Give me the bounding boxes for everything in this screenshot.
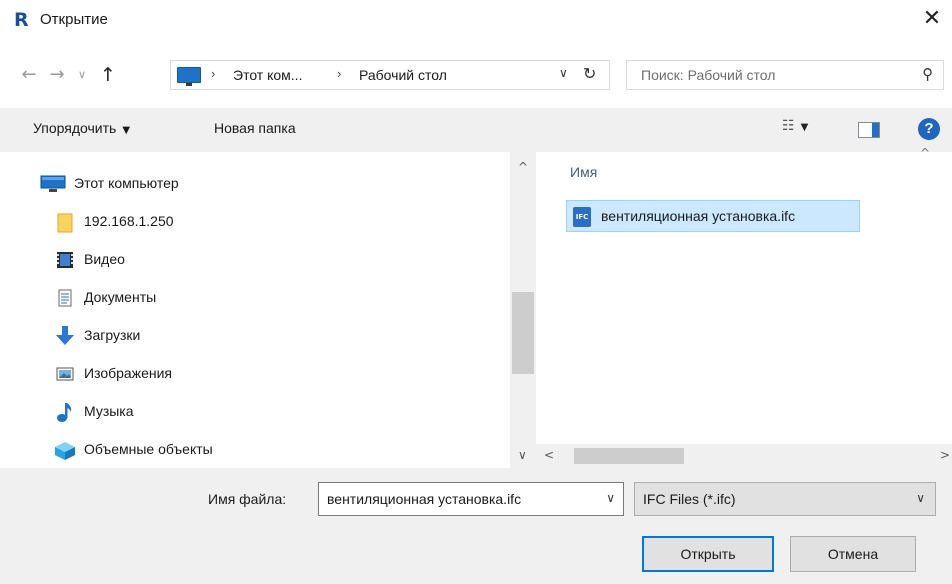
- file-item[interactable]: IFC вентиляционная установка.ifc: [566, 200, 860, 232]
- breadcrumb-desktop[interactable]: Рабочий стол: [359, 67, 447, 83]
- documents-icon: [56, 289, 74, 307]
- open-button[interactable]: Открыть: [642, 536, 774, 572]
- tree-item-label: Видео: [84, 251, 125, 267]
- tree-item-label: Этот компьютер: [74, 175, 179, 191]
- search-placeholder: Поиск: Рабочий стол: [641, 67, 776, 83]
- chevron-down-icon[interactable]: ∨: [606, 491, 615, 505]
- scroll-left-button[interactable]: <: [544, 448, 554, 462]
- view-list-icon: ☷: [782, 118, 795, 134]
- column-header-name[interactable]: Имя: [570, 164, 597, 180]
- command-bar: Упорядочить ▼ Новая папка ☷ ▼ ?: [0, 108, 952, 152]
- tree-item-network-folder[interactable]: 192.168.1.250: [0, 207, 510, 237]
- tree-item-label: 192.168.1.250: [84, 213, 174, 229]
- scroll-up-button[interactable]: ^: [518, 160, 528, 174]
- computer-icon: [177, 67, 201, 86]
- tree-item-3d-objects[interactable]: Объемные объекты: [0, 435, 510, 465]
- scroll-right-button[interactable]: >: [940, 448, 950, 462]
- tree-item-label: Документы: [84, 289, 157, 305]
- help-icon[interactable]: ?: [918, 118, 940, 140]
- caret-down-icon: ▼: [800, 122, 809, 133]
- navigation-pane-scrollbar[interactable]: ^ ∨: [510, 152, 536, 468]
- search-input[interactable]: Поиск: Рабочий стол ⚲: [626, 60, 944, 90]
- navigation-bar: ← → ∨ ↑ › Этот ком... › Рабочий стол ∨ ↻…: [0, 52, 952, 96]
- pictures-icon: [56, 365, 74, 383]
- tree-item-pictures[interactable]: Изображения: [0, 359, 510, 389]
- tree-item-label: Объемные объекты: [84, 441, 213, 457]
- ifc-file-icon: IFC: [573, 207, 591, 227]
- chevron-down-icon: ∨: [916, 491, 925, 505]
- recent-locations-button[interactable]: ∨: [72, 60, 92, 90]
- change-view-button[interactable]: ☷ ▼: [782, 118, 808, 134]
- window-title: Открытие: [40, 11, 108, 28]
- downloads-icon: [54, 325, 76, 347]
- music-icon: [56, 401, 74, 423]
- new-folder-button[interactable]: Новая папка: [214, 120, 296, 136]
- folder-icon: [56, 213, 74, 233]
- breadcrumb-separator[interactable]: ›: [337, 66, 341, 81]
- address-dropdown-button[interactable]: ∨: [559, 66, 568, 80]
- breadcrumb-this-pc[interactable]: Этот ком...: [233, 67, 302, 83]
- tree-item-label: Загрузки: [84, 327, 141, 343]
- scroll-down-button[interactable]: ∨: [518, 448, 527, 462]
- dialog-footer: Имя файла: вентиляционная установка.ifc …: [0, 468, 952, 584]
- tree-item-music[interactable]: Музыка: [0, 397, 510, 427]
- sort-ascending-icon: ^: [920, 146, 931, 160]
- tree-item-label: Изображения: [84, 365, 172, 381]
- cancel-button[interactable]: Отмена: [790, 536, 916, 572]
- filename-value: вентиляционная установка.ifc: [327, 491, 522, 507]
- app-r-icon: R: [14, 9, 29, 31]
- video-icon: [56, 251, 74, 269]
- organize-label: Упорядочить: [33, 120, 117, 136]
- tree-item-videos[interactable]: Видео: [0, 245, 510, 275]
- tree-item-this-pc[interactable]: Этот компьютер: [0, 169, 510, 199]
- file-type-select[interactable]: IFC Files (*.ifc) ∨: [634, 482, 936, 516]
- refresh-icon[interactable]: ↻: [583, 64, 596, 83]
- filename-label: Имя файла:: [208, 491, 287, 507]
- close-button[interactable]: ✕: [912, 0, 952, 40]
- scrollbar-thumb[interactable]: [512, 292, 534, 374]
- filename-input[interactable]: вентиляционная установка.ifc ∨: [318, 482, 624, 516]
- computer-icon: [40, 175, 66, 193]
- file-type-value: IFC Files (*.ifc): [643, 491, 736, 507]
- tree-item-label: Музыка: [84, 403, 134, 419]
- search-icon[interactable]: ⚲: [922, 65, 933, 83]
- organize-button[interactable]: Упорядочить ▼: [33, 120, 130, 136]
- scrollbar-thumb[interactable]: [574, 448, 684, 464]
- tree-item-downloads[interactable]: Загрузки: [0, 321, 510, 351]
- 3d-objects-icon: [54, 441, 76, 460]
- title-bar: R Открытие ✕: [0, 0, 952, 40]
- breadcrumb-separator[interactable]: ›: [211, 66, 215, 81]
- preview-pane-icon[interactable]: [858, 122, 880, 138]
- address-bar[interactable]: › Этот ком... › Рабочий стол ∨ ↻: [170, 60, 610, 90]
- navigation-pane: Этот компьютер 192.168.1.250 Видео Докум…: [0, 152, 510, 468]
- up-button[interactable]: ↑: [96, 60, 120, 90]
- file-list-horizontal-scrollbar[interactable]: < >: [536, 444, 952, 468]
- back-button[interactable]: ←: [18, 60, 40, 90]
- tree-item-documents[interactable]: Документы: [0, 283, 510, 313]
- file-list: Имя ^ IFC вентиляционная установка.ifc: [536, 146, 952, 444]
- caret-down-icon: ▼: [122, 125, 131, 136]
- file-name: вентиляционная установка.ifc: [601, 208, 796, 224]
- forward-button[interactable]: →: [46, 60, 68, 90]
